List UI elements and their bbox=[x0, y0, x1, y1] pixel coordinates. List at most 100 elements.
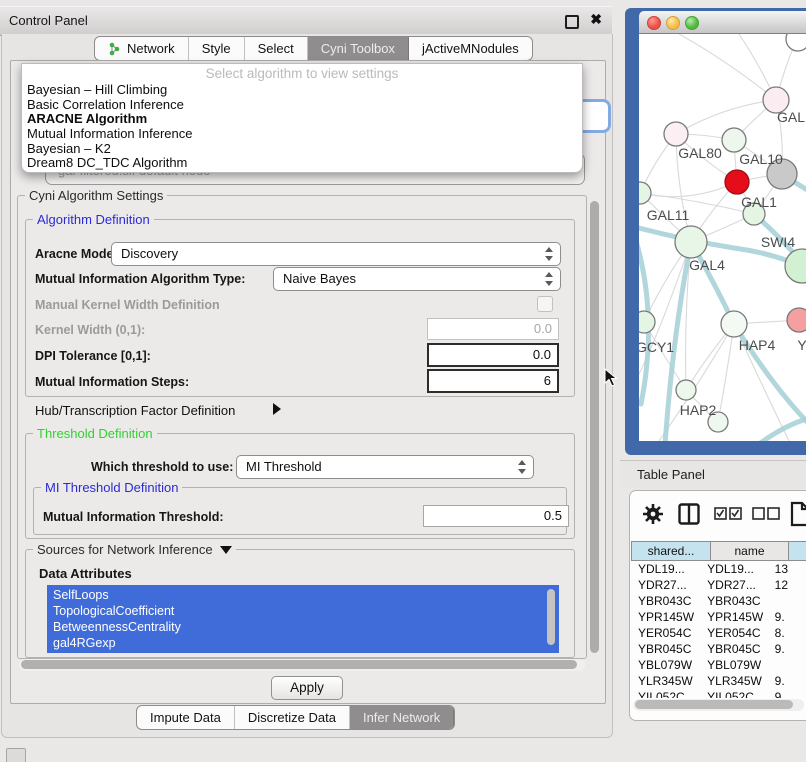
stepper-icon bbox=[544, 271, 554, 287]
table-cell: YBR043C bbox=[631, 593, 700, 609]
dpi-tolerance-input[interactable]: 0.0 bbox=[427, 343, 559, 367]
algorithm-definition-legend: Algorithm Definition bbox=[33, 212, 154, 227]
table-cell: YPR145W bbox=[631, 609, 700, 625]
table-body: YDL19...YDL19...13YDR27...YDR27...12YBR0… bbox=[631, 561, 806, 698]
mi-algorithm-type-label: Mutual Information Algorithm Type: bbox=[35, 272, 245, 286]
select-all-checkboxes-icon[interactable] bbox=[714, 507, 742, 520]
table-cell: YLR345W bbox=[631, 673, 700, 689]
network-edge[interactable] bbox=[676, 100, 776, 134]
close-traffic-light-icon[interactable] bbox=[647, 16, 661, 30]
algorithm-option-aracne-algorithm[interactable]: ARACNE Algorithm bbox=[22, 112, 582, 127]
zoom-traffic-light-icon[interactable] bbox=[685, 16, 699, 30]
tab-cyni-toolbox[interactable]: Cyni Toolbox bbox=[308, 37, 409, 60]
collapse-arrow-icon[interactable] bbox=[220, 546, 232, 554]
node-label-gal4: GAL4 bbox=[689, 257, 725, 273]
cyni-algorithm-settings-legend: Cyni Algorithm Settings bbox=[25, 188, 167, 203]
table-cell: YER054C bbox=[631, 625, 700, 641]
algorithm-option-dream8-dc-tdc-algorithm[interactable]: Dream8 DC_TDC Algorithm bbox=[22, 156, 582, 171]
gear-icon[interactable] bbox=[642, 503, 664, 525]
network-node[interactable] bbox=[785, 249, 806, 283]
hub-definition-label: Hub/Transcription Factor Definition bbox=[35, 403, 235, 418]
mi-steps-input[interactable]: 6 bbox=[427, 369, 559, 393]
table-cell: YPR145W bbox=[700, 609, 767, 625]
table-cell: YER054C bbox=[700, 625, 767, 641]
node-label-gal10: GAL10 bbox=[739, 151, 783, 167]
aracne-mode-value: Discovery bbox=[121, 246, 178, 261]
network-edge[interactable] bbox=[679, 34, 776, 100]
network-node-gal80[interactable] bbox=[664, 122, 688, 146]
table-panel-title: Table Panel bbox=[620, 460, 806, 488]
tab-infer-network[interactable]: Infer Network bbox=[350, 706, 454, 729]
network-node-y[interactable] bbox=[787, 308, 806, 332]
attribute-item-betweennesscentrality[interactable]: BetweennessCentrality bbox=[47, 619, 559, 635]
table-row[interactable]: YIL052CYIL052C9 bbox=[631, 689, 806, 698]
tab-impute-data-label: Impute Data bbox=[150, 710, 221, 725]
expand-arrow-icon[interactable] bbox=[273, 403, 281, 415]
network-node-hap4[interactable] bbox=[721, 311, 747, 337]
network-node-gal10[interactable] bbox=[722, 128, 746, 152]
network-edge-thick[interactable] bbox=[759, 416, 806, 441]
tab-jactivemnodules[interactable]: jActiveMNodules bbox=[409, 37, 532, 60]
network-node[interactable] bbox=[786, 34, 806, 51]
table-row[interactable]: YDL19...YDL19...13 bbox=[631, 561, 806, 577]
column-header-shared[interactable]: shared... bbox=[631, 541, 711, 561]
table-row[interactable]: YDR27...YDR27...12 bbox=[631, 577, 806, 593]
column-header-name[interactable]: name bbox=[711, 541, 789, 561]
algorithm-option-basic-correlation-inference[interactable]: Basic Correlation Inference bbox=[22, 98, 582, 113]
tab-cyni-toolbox-label: Cyni Toolbox bbox=[321, 41, 395, 56]
table-row[interactable]: YBR043CYBR043C bbox=[631, 593, 806, 609]
document-icon[interactable] bbox=[790, 501, 806, 527]
control-panel-titlebar: Control Panel ✖ bbox=[0, 6, 612, 36]
network-canvas[interactable]: GALGAL80GAL10GAL1GAL11SWI4GAL4GCY1HAP4YH… bbox=[639, 34, 806, 441]
tab-network[interactable]: Network bbox=[95, 37, 189, 60]
tab-select[interactable]: Select bbox=[245, 37, 308, 60]
network-node-gal4[interactable] bbox=[675, 226, 707, 258]
settings-vertical-scrollbar[interactable] bbox=[589, 197, 601, 657]
bottom-corner-icon[interactable] bbox=[6, 748, 26, 762]
tab-impute-data[interactable]: Impute Data bbox=[137, 706, 235, 729]
columns-icon[interactable] bbox=[678, 503, 700, 525]
minimize-traffic-light-icon[interactable] bbox=[666, 16, 680, 30]
float-window-icon[interactable] bbox=[565, 15, 579, 29]
table-horizontal-scrollbar[interactable] bbox=[633, 699, 804, 711]
mi-threshold-input[interactable]: 0.5 bbox=[423, 505, 569, 527]
manual-kernel-width-checkbox[interactable] bbox=[537, 296, 553, 312]
attribute-item-gal4rgexp[interactable]: gal4RGexp bbox=[47, 635, 559, 651]
attribute-item-selfloops[interactable]: SelfLoops bbox=[47, 587, 559, 603]
table-row[interactable]: YBL079WYBL079W bbox=[631, 657, 806, 673]
network-node-gal11[interactable] bbox=[639, 182, 651, 204]
table-cell: 8. bbox=[768, 625, 806, 641]
algorithm-option-bayesian-hill-climbing[interactable]: Bayesian – Hill Climbing bbox=[22, 83, 582, 98]
algorithm-dropdown-popup: Select algorithm to view settings Bayesi… bbox=[21, 63, 583, 173]
tab-discretize-data[interactable]: Discretize Data bbox=[235, 706, 350, 729]
list-scrollbar[interactable] bbox=[547, 589, 555, 645]
network-node-hap2[interactable] bbox=[676, 380, 696, 400]
table-row[interactable]: YBR045CYBR045C9. bbox=[631, 641, 806, 657]
which-threshold-select[interactable]: MI Threshold bbox=[236, 455, 534, 479]
unselect-all-checkboxes-icon[interactable] bbox=[752, 507, 780, 520]
attribute-item-topologicalcoefficient[interactable]: TopologicalCoefficient bbox=[47, 603, 559, 619]
aracne-mode-select[interactable]: Discovery bbox=[111, 242, 561, 266]
network-window-titlebar[interactable] bbox=[639, 11, 806, 34]
cyni-toolbox-panel: gal-filtered.sif default node Select alg… bbox=[10, 60, 606, 704]
table-cell: 12 bbox=[768, 577, 806, 593]
algorithm-option-mutual-information-inference[interactable]: Mutual Information Inference bbox=[22, 127, 582, 142]
table-row[interactable]: YPR145WYPR145W9. bbox=[631, 609, 806, 625]
mi-algorithm-type-select[interactable]: Naive Bayes bbox=[273, 267, 561, 291]
which-threshold-label: Which threshold to use: bbox=[91, 460, 233, 474]
data-attributes-list[interactable]: SelfLoopsTopologicalCoefficientBetweenne… bbox=[47, 585, 559, 653]
close-icon[interactable]: ✖ bbox=[590, 11, 602, 28]
kernel-width-input[interactable]: 0.0 bbox=[427, 318, 559, 340]
network-edge[interactable] bbox=[718, 324, 734, 422]
apply-button[interactable]: Apply bbox=[271, 676, 343, 700]
table-row[interactable]: YER054CYER054C8. bbox=[631, 625, 806, 641]
table-row[interactable]: YLR345WYLR345W9. bbox=[631, 673, 806, 689]
algorithm-option-bayesian-k2[interactable]: Bayesian – K2 bbox=[22, 142, 582, 157]
settings-horizontal-scrollbar[interactable] bbox=[19, 659, 585, 671]
threshold-definition-legend: Threshold Definition bbox=[33, 426, 157, 441]
column-header-a[interactable]: A bbox=[789, 541, 806, 561]
network-node-gcy1[interactable] bbox=[639, 311, 655, 333]
network-node-gal1[interactable] bbox=[725, 170, 749, 194]
node-label-y: Y bbox=[797, 337, 806, 353]
tab-style[interactable]: Style bbox=[189, 37, 245, 60]
